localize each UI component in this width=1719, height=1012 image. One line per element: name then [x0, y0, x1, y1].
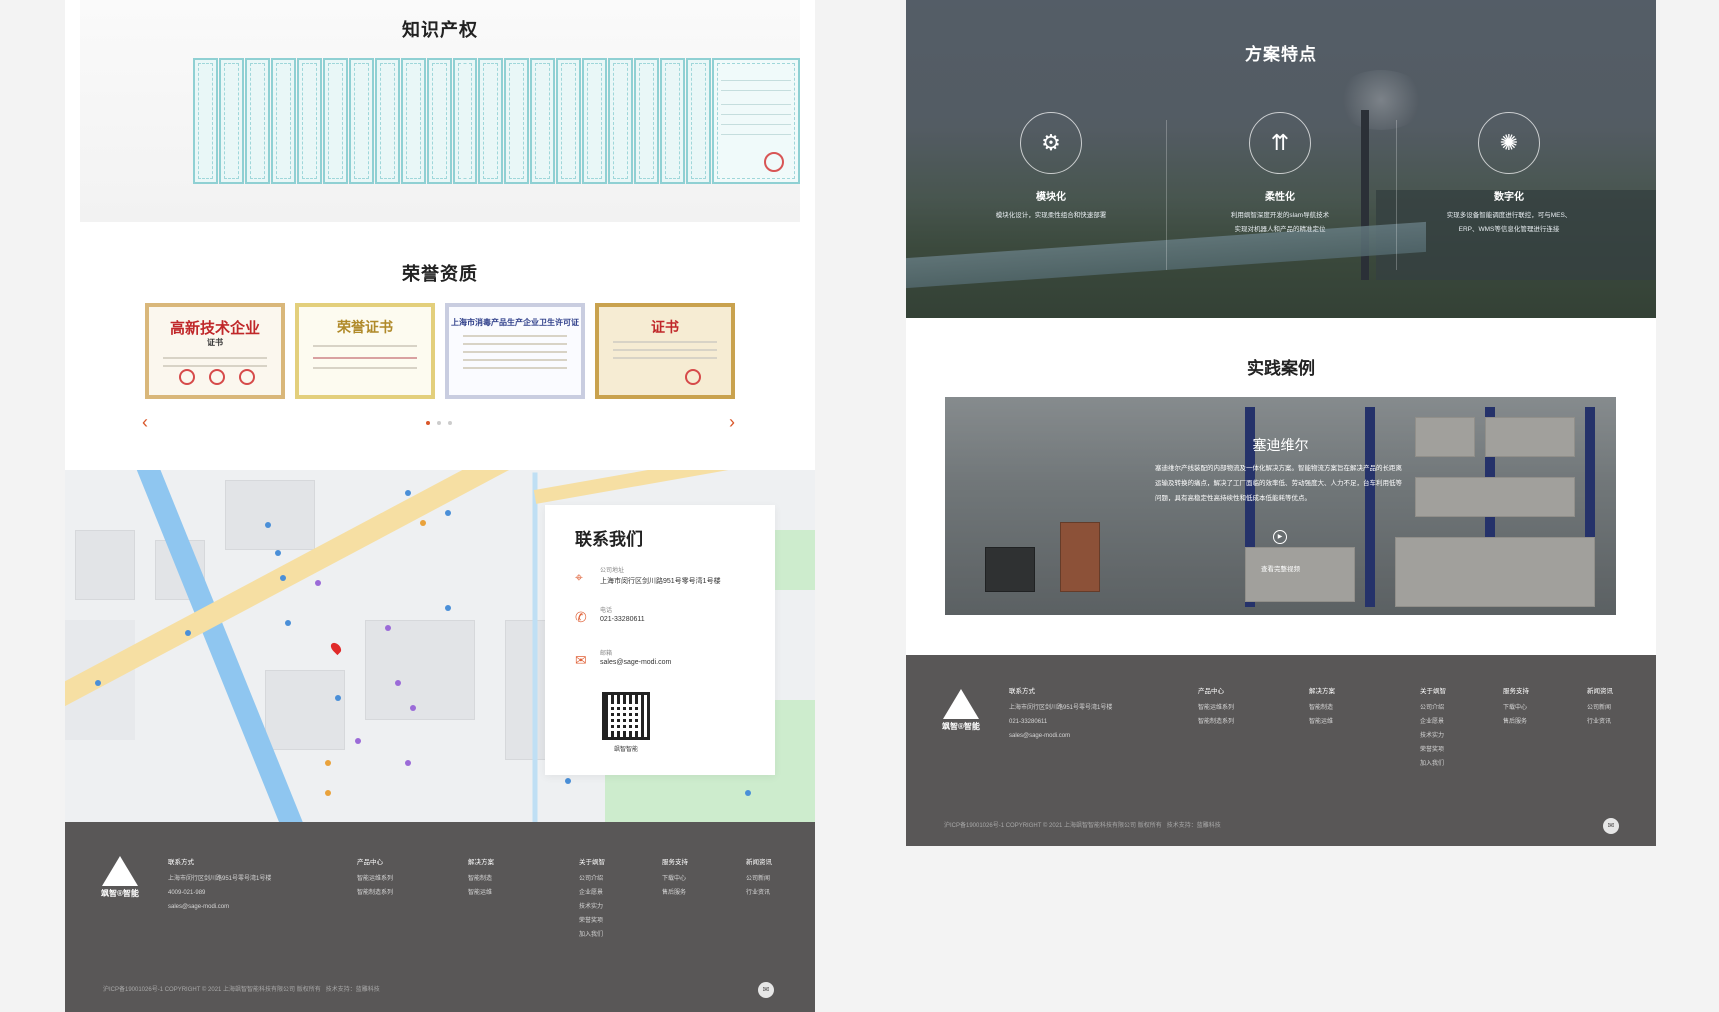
- patent-certificate: [478, 58, 504, 184]
- red-seal-icon: [239, 369, 255, 385]
- footer-col-products: 产品中心 智能运维系列 智能制造系列: [357, 859, 394, 896]
- carousel-dots: [426, 421, 452, 425]
- honor-title: 荣誉资质: [402, 264, 478, 284]
- footer-col-news: 新闻资讯 公司新闻 行业资讯: [746, 859, 772, 896]
- location-pin-icon[interactable]: [328, 640, 344, 656]
- feature-digital: ✺ 数字化 实现多设备智能调度进行联控，可与MES、 ERP、WMS等信息化管理进…: [1409, 112, 1609, 237]
- footer-col-solutions: 解决方案 智能制造 智能运维: [1309, 688, 1335, 725]
- right-page-panel: 方案特点 ⚙ 模块化 模块化设计，实现柔性组合和快速部署 ⇈ 柔性化 利用飒智深…: [906, 0, 1656, 846]
- logo-icon: [942, 689, 979, 719]
- patent-certificate: [218, 58, 244, 184]
- logo-icon: [101, 856, 138, 886]
- footer-logo[interactable]: 飒智®智能: [942, 689, 980, 732]
- patent-certificate: [374, 58, 400, 184]
- patent-certificate: [582, 58, 608, 184]
- left-page-panel: 知识产权 荣誉资质 高新技术企业 证书 荣誉证书 上海市消毒产品生产企业卫生许可…: [65, 0, 815, 1012]
- patent-certificate: [530, 58, 556, 184]
- honor-certificate[interactable]: 证书: [595, 303, 735, 399]
- site-footer: 飒智®智能 联系方式 上海市闵行区剑川路951号零号湾1号楼 021-33280…: [906, 655, 1656, 846]
- footer-col-about: 关于飒智 公司介绍 企业愿景 技术实力 荣誉奖项 加入我们: [579, 859, 605, 938]
- ip-certificates-strip: [193, 58, 801, 184]
- footer-col-products: 产品中心 智能运维系列 智能制造系列: [1198, 688, 1235, 725]
- features-section: 方案特点 ⚙ 模块化 模块化设计，实现柔性组合和快速部署 ⇈ 柔性化 利用飒智深…: [906, 0, 1656, 318]
- honor-certificate[interactable]: 荣誉证书: [295, 303, 435, 399]
- patent-certificate: [452, 58, 478, 184]
- footer-copyright: 沪ICP备19001026号-1 COPYRIGHT © 2021 上海飒智智能…: [944, 823, 1221, 829]
- patent-certificate: [193, 58, 218, 184]
- red-seal-icon: [209, 369, 225, 385]
- footer-copyright: 沪ICP备19001026号-1 COPYRIGHT © 2021 上海飒智智能…: [103, 987, 380, 993]
- play-icon[interactable]: ▶: [1273, 530, 1287, 544]
- watch-video-link[interactable]: 查看完整视频: [945, 563, 1616, 573]
- phone-icon: ✆: [575, 609, 587, 625]
- feature-flexible: ⇈ 柔性化 利用飒智深度开发的slam导航技术 实现对机器人和产品的精准定位: [1180, 112, 1380, 237]
- patent-certificate: [244, 58, 270, 184]
- features-title: 方案特点: [1245, 45, 1317, 64]
- red-seal-icon: [685, 369, 701, 385]
- contact-title: 联系我们: [575, 530, 643, 549]
- chip-icon: ✺: [1478, 112, 1540, 174]
- red-seal-icon: [179, 369, 195, 385]
- footer-col-solutions: 解决方案 智能制造 智能运维: [468, 859, 494, 896]
- patent-certificate: [634, 58, 660, 184]
- honor-carousel: 高新技术企业 证书 荣誉证书 上海市消毒产品生产企业卫生许可证 证书: [145, 303, 735, 399]
- qr-code-label: 飒智智能: [613, 747, 638, 753]
- wechat-icon[interactable]: ✉: [758, 982, 774, 998]
- carousel-next-arrow-icon[interactable]: ›: [729, 412, 735, 433]
- patent-certificate: [608, 58, 634, 184]
- honor-certificate[interactable]: 高新技术企业 证书: [145, 303, 285, 399]
- feature-modular: ⚙ 模块化 模块化设计，实现柔性组合和快速部署: [951, 112, 1151, 223]
- case-name: 塞迪维尔: [1252, 437, 1309, 453]
- mail-icon: ✉: [575, 652, 587, 668]
- contact-card: 联系我们 ⌖ 公司地址 上海市闵行区剑川路951号零号湾1号楼 ✆ 电话 021…: [545, 505, 775, 775]
- patent-certificate: [556, 58, 582, 184]
- carousel-dot[interactable]: [426, 421, 430, 425]
- patent-certificate: [426, 58, 452, 184]
- patent-certificate: [270, 58, 296, 184]
- patent-certificate: [348, 58, 374, 184]
- carousel-dot[interactable]: [448, 421, 452, 425]
- footer-col-support: 服务支持 下载中心 售后服务: [1503, 688, 1529, 725]
- footer-logo[interactable]: 飒智®智能: [101, 856, 139, 899]
- location-map[interactable]: 联系我们 ⌖ 公司地址 上海市闵行区剑川路951号零号湾1号楼 ✆ 电话 021…: [65, 470, 815, 822]
- modular-icon: ⚙: [1020, 112, 1082, 174]
- footer-col-support: 服务支持 下载中心 售后服务: [662, 859, 688, 896]
- carousel-dot[interactable]: [437, 421, 441, 425]
- site-footer: 飒智®智能 联系方式 上海市闵行区剑川路951号零号湾1号楼 4009-021-…: [65, 822, 815, 1012]
- footer-col-news: 新闻资讯 公司新闻 行业资讯: [1587, 688, 1613, 725]
- red-seal-icon: [763, 152, 784, 172]
- carousel-prev-arrow-icon[interactable]: ‹: [142, 412, 148, 433]
- case-card[interactable]: 塞迪维尔 塞迪维尔产线装配的内部物流及一体化解决方案。智能物流方案旨在解决产品的…: [945, 397, 1616, 615]
- patent-certificate: [686, 58, 712, 184]
- signal-tower-icon: ⇈: [1249, 112, 1311, 174]
- ip-title: 知识产权: [402, 20, 478, 40]
- patent-certificate: [322, 58, 348, 184]
- patent-certificate: [296, 58, 322, 184]
- case-title: 实践案例: [1247, 359, 1315, 378]
- patent-certificate: [504, 58, 530, 184]
- footer-contact: 联系方式 上海市闵行区剑川路951号零号湾1号楼 021-33280611 sa…: [1009, 688, 1113, 739]
- location-icon: ⌖: [575, 569, 583, 585]
- case-description: 塞迪维尔产线装配的内部物流及一体化解决方案。智能物流方案旨在解决产品的长距离运输…: [1155, 465, 1402, 502]
- footer-contact: 联系方式 上海市闵行区剑川路951号零号湾1号楼 4009-021-989 sa…: [168, 859, 272, 910]
- patent-certificate-front: [712, 58, 800, 184]
- footer-col-about: 关于飒智 公司介绍 企业愿景 技术实力 荣誉奖项 加入我们: [1420, 688, 1446, 767]
- patent-certificate: [400, 58, 426, 184]
- qr-code: [602, 692, 650, 740]
- patent-certificate: [660, 58, 686, 184]
- honor-certificate[interactable]: 上海市消毒产品生产企业卫生许可证: [445, 303, 585, 399]
- wechat-icon[interactable]: ✉: [1603, 818, 1619, 834]
